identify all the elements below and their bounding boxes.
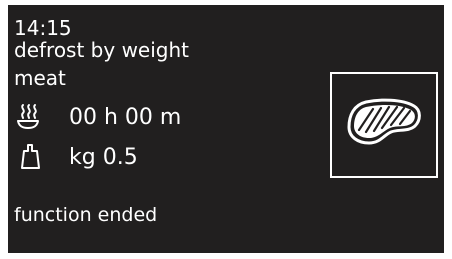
weight-value: kg 0.5 <box>69 145 138 170</box>
food-icon-frame <box>330 72 438 178</box>
duration-value: 00 h 00 m <box>69 105 182 130</box>
steak-icon <box>347 98 421 145</box>
clock-time: 14:15 <box>14 16 72 40</box>
weight-icon <box>21 144 40 169</box>
food-type: meat <box>14 66 66 90</box>
status-message: function ended <box>14 204 158 226</box>
defrost-steam-icon <box>17 104 39 129</box>
oven-display: 14:15 defrost by weight meat 00 h 00 m k… <box>8 5 444 253</box>
program-name: defrost by weight <box>14 38 189 62</box>
